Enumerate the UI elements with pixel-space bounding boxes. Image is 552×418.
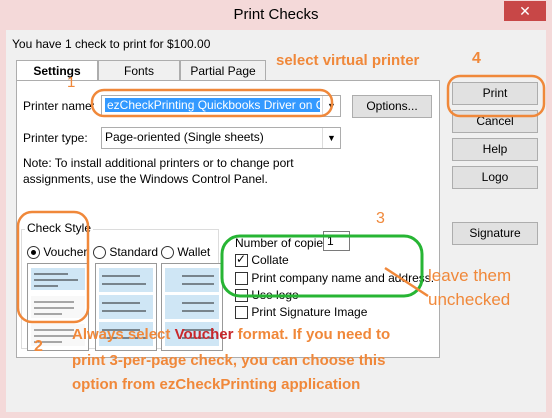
print-checks-window: Print Checks ✕ You have 1 check to print… xyxy=(0,0,552,418)
annotation-voucher-word: Voucher xyxy=(174,326,234,343)
annotation-always-pre: Always select xyxy=(72,326,175,343)
annotation-number-3: 3 xyxy=(376,210,385,227)
printer-name-highlight xyxy=(90,88,334,118)
annotation-always-post: format. If you need to xyxy=(233,326,391,343)
annotation-leave-line2: unchecked xyxy=(428,290,511,309)
annotation-number-2: 2 xyxy=(34,338,43,355)
annotation-line3: option from ezCheckPrinting application xyxy=(72,376,361,393)
voucher-highlight xyxy=(16,210,90,324)
annotation-line2: print 3-per-page check, you can choose t… xyxy=(72,352,386,369)
print-button-highlight xyxy=(446,74,546,118)
annotation-always-line1: Always select Voucher format. If you nee… xyxy=(72,326,390,343)
annotation-number-4: 4 xyxy=(472,50,481,67)
checkboxes-highlight xyxy=(220,234,424,298)
annotation-leave-line1: leave them xyxy=(428,266,512,285)
annotation-number-1: 1 xyxy=(67,74,76,91)
annotation-select-virtual: select virtual printer xyxy=(276,52,420,69)
